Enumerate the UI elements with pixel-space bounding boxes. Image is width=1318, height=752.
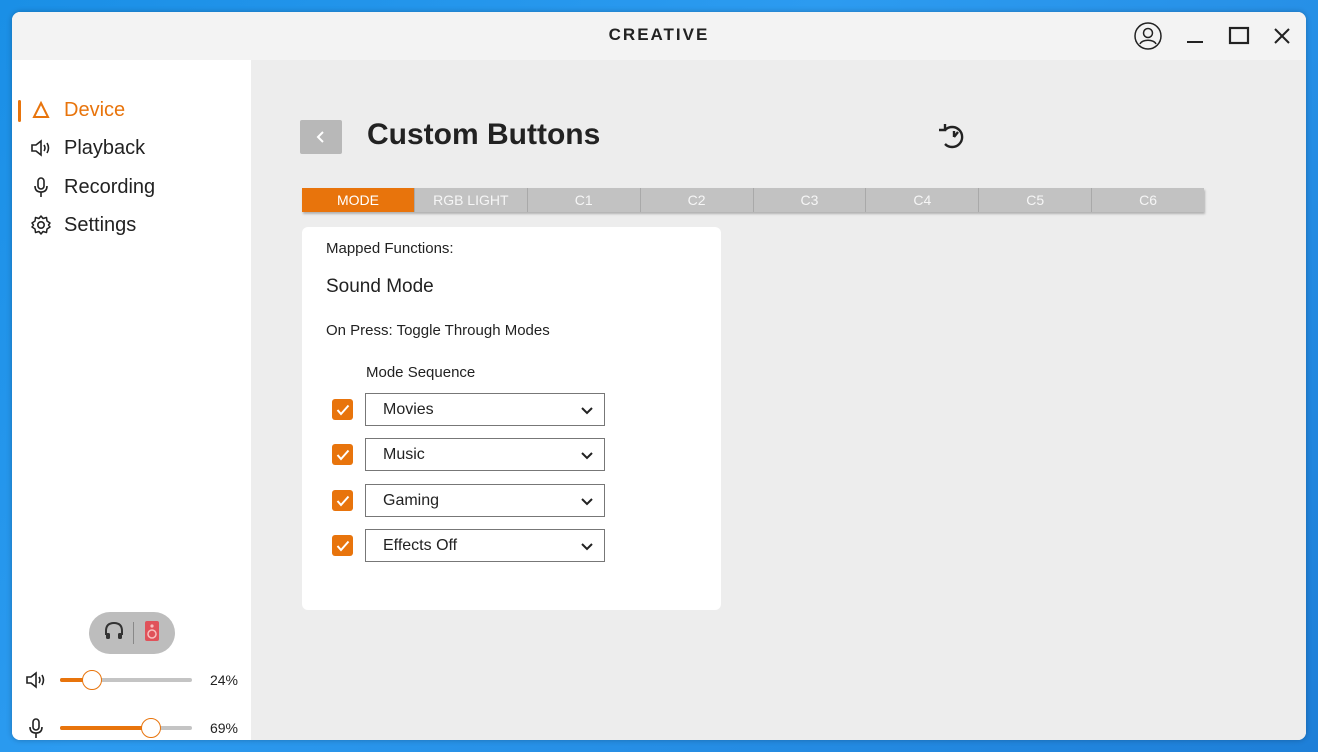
volume-slider-row: 24%: [12, 668, 251, 692]
mode-checkbox[interactable]: [332, 490, 353, 511]
mode-checkbox[interactable]: [332, 535, 353, 556]
back-button[interactable]: [300, 120, 342, 154]
mode-select[interactable]: Effects Off: [365, 529, 605, 562]
mode-row: Gaming: [332, 484, 612, 518]
tab-c1[interactable]: C1: [528, 188, 641, 212]
chevron-left-icon: [316, 131, 324, 143]
tab-c5[interactable]: C5: [979, 188, 1093, 212]
checkmark-icon: [336, 495, 349, 507]
main-content: Custom Buttons MODE RGB LIGHT C1 C2 C3 C…: [251, 60, 1306, 740]
mode-select[interactable]: Gaming: [365, 484, 605, 517]
account-icon[interactable]: [1131, 20, 1165, 52]
gear-icon: [30, 214, 52, 236]
tab-c6[interactable]: C6: [1092, 188, 1204, 212]
tab-rgb-light[interactable]: RGB LIGHT: [415, 188, 528, 212]
tab-c4[interactable]: C4: [866, 188, 980, 212]
sidebar-item-playback[interactable]: Playback: [12, 131, 251, 165]
mode-select-value: Music: [383, 445, 425, 463]
maximize-icon[interactable]: [1222, 20, 1256, 52]
mode-row: Music: [332, 438, 612, 472]
function-name: Sound Mode: [326, 276, 434, 297]
mode-sequence-label: Mode Sequence: [366, 364, 476, 381]
checkmark-icon: [336, 540, 349, 552]
sidebar-item-label: Recording: [64, 175, 156, 198]
mapped-functions-label: Mapped Functions:: [326, 240, 454, 257]
mic-slider-fill: [60, 726, 152, 730]
sidebar-item-recording[interactable]: Recording: [12, 170, 251, 204]
mic-slider-row: 69%: [12, 716, 251, 740]
volume-slider-knob[interactable]: [81, 670, 102, 690]
page-title: Custom Buttons: [367, 118, 601, 151]
sidebar-item-label: Settings: [64, 213, 137, 236]
minimize-icon[interactable]: [1178, 20, 1212, 52]
mode-select[interactable]: Movies: [365, 393, 605, 426]
chevron-down-icon: [581, 452, 593, 460]
volume-icon: [24, 669, 48, 691]
on-press-label: On Press: Toggle Through Modes: [326, 322, 550, 339]
microphone-icon: [24, 717, 48, 739]
button-tabs: MODE RGB LIGHT C1 C2 C3 C4 C5 C6: [302, 188, 1204, 212]
mode-select[interactable]: Music: [365, 438, 605, 471]
mode-checkbox[interactable]: [332, 444, 353, 465]
chevron-down-icon: [581, 407, 593, 415]
mode-row: Effects Off: [332, 529, 612, 563]
tab-c2[interactable]: C2: [641, 188, 754, 212]
volume-percent: 24%: [209, 672, 238, 688]
tab-c3[interactable]: C3: [754, 188, 867, 212]
chevron-down-icon: [581, 498, 593, 506]
mode-row: Movies: [332, 393, 612, 427]
volume-slider[interactable]: [60, 670, 192, 690]
reset-button[interactable]: [935, 120, 969, 154]
device-icon: [30, 99, 52, 121]
title-bar: CREATIVE: [12, 12, 1306, 60]
sidebar: Device Playback Recording Settings 24% 6…: [12, 60, 251, 740]
sidebar-item-device[interactable]: Device: [12, 93, 251, 127]
app-window: CREATIVE Device Playback Recording Setti…: [12, 12, 1306, 740]
output-device-toggle[interactable]: [89, 612, 175, 654]
headphones-icon[interactable]: [103, 620, 125, 647]
sidebar-item-label: Device: [64, 98, 126, 121]
brand-logo: CREATIVE: [608, 25, 710, 44]
speaker-device-icon[interactable]: [143, 620, 161, 647]
checkmark-icon: [336, 449, 349, 461]
mode-select-value: Movies: [383, 400, 434, 418]
close-icon[interactable]: [1265, 20, 1299, 52]
mic-slider[interactable]: [60, 718, 192, 738]
mapped-functions-card: Mapped Functions: Sound Mode On Press: T…: [302, 227, 721, 610]
reset-icon: [939, 124, 964, 149]
mic-percent: 69%: [209, 720, 238, 736]
tab-mode[interactable]: MODE: [302, 188, 415, 212]
microphone-icon: [30, 176, 52, 198]
sidebar-item-settings[interactable]: Settings: [12, 208, 251, 242]
chevron-down-icon: [581, 543, 593, 551]
mic-slider-knob[interactable]: [141, 718, 162, 738]
speaker-icon: [30, 137, 52, 159]
mode-checkbox[interactable]: [332, 399, 353, 420]
checkmark-icon: [336, 404, 349, 416]
sidebar-item-label: Playback: [64, 136, 146, 159]
toggle-divider: [133, 622, 135, 644]
mode-select-value: Effects Off: [383, 536, 458, 554]
mode-select-value: Gaming: [383, 491, 440, 509]
